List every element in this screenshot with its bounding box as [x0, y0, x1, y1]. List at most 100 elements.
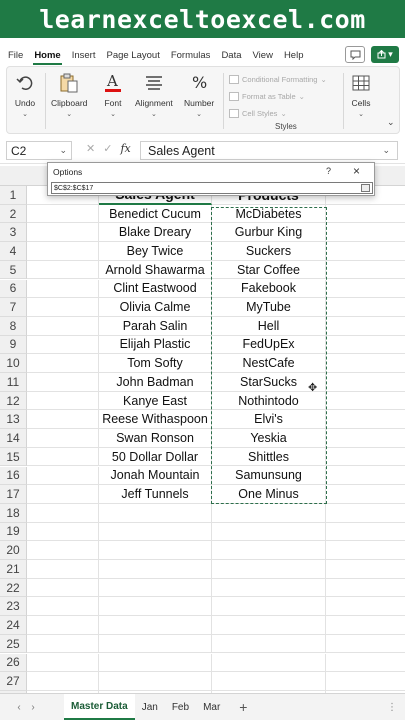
cell[interactable]: [99, 634, 212, 654]
cell[interactable]: [27, 260, 99, 280]
row-number[interactable]: 26: [0, 653, 27, 673]
cell[interactable]: [326, 317, 405, 336]
row-number[interactable]: 3: [0, 223, 27, 243]
tab-insert[interactable]: Insert: [72, 46, 96, 65]
cell-product[interactable]: Samunsung: [212, 466, 326, 486]
row-number[interactable]: 24: [0, 616, 27, 635]
cell[interactable]: [99, 597, 212, 617]
cell-sales-agent[interactable]: Olivia Calme: [99, 298, 212, 317]
row-number[interactable]: 27: [0, 672, 27, 691]
row-number[interactable]: 18: [0, 503, 27, 523]
cell[interactable]: [326, 560, 405, 579]
cell[interactable]: [27, 223, 99, 243]
cell[interactable]: [212, 578, 326, 598]
ribbon-collapse-icon[interactable]: ⌄: [387, 117, 395, 128]
cell[interactable]: [326, 541, 405, 560]
row-number[interactable]: 17: [0, 485, 27, 504]
cell[interactable]: [99, 503, 212, 523]
cell-product[interactable]: Elvi's: [212, 410, 326, 430]
row-number[interactable]: 10: [0, 354, 27, 373]
cell[interactable]: [326, 597, 405, 617]
sheet-tab-jan[interactable]: Jan: [135, 694, 165, 720]
comments-button[interactable]: [345, 46, 365, 63]
cells-group[interactable]: Cells ⌄: [349, 71, 373, 118]
cell-product[interactable]: Gurbur King: [212, 223, 326, 243]
cell-sales-agent[interactable]: Bey Twice: [99, 242, 212, 261]
cell[interactable]: [27, 616, 99, 635]
alignment-group[interactable]: Alignment ⌄: [135, 71, 173, 118]
cell[interactable]: [212, 616, 326, 635]
cell[interactable]: [27, 316, 99, 336]
row-number[interactable]: 7: [0, 298, 27, 317]
row-number[interactable]: 4: [0, 242, 27, 261]
cell[interactable]: [27, 560, 99, 579]
row-number[interactable]: 21: [0, 560, 27, 579]
cell[interactable]: [27, 672, 99, 691]
row-number[interactable]: 23: [0, 597, 27, 617]
cell-sales-agent[interactable]: Kanye East: [99, 391, 212, 411]
conditional-formatting-button[interactable]: Conditional Formatting ⌄: [229, 71, 327, 88]
cell[interactable]: [27, 410, 99, 430]
undo-group[interactable]: Undo ⌄: [13, 71, 37, 118]
cell[interactable]: [27, 242, 99, 261]
row-number[interactable]: 15: [0, 447, 27, 467]
cell[interactable]: [326, 410, 405, 430]
cell[interactable]: [326, 336, 405, 355]
cell[interactable]: [27, 653, 99, 673]
cell[interactable]: [326, 672, 405, 691]
sheet-tab-master-data[interactable]: Master Data: [64, 694, 135, 720]
cell[interactable]: [27, 578, 99, 598]
cell-product[interactable]: Yeskia: [212, 429, 326, 448]
cancel-icon[interactable]: ✕: [86, 142, 95, 155]
cell[interactable]: [99, 578, 212, 598]
font-group[interactable]: A Font ⌄: [101, 71, 125, 118]
cell-product[interactable]: One Minus: [212, 485, 326, 504]
cell[interactable]: [326, 373, 405, 392]
row-number[interactable]: 2: [0, 204, 27, 224]
cell-product[interactable]: Fakebook: [212, 279, 326, 299]
cell[interactable]: [326, 429, 405, 448]
cell-sales-agent[interactable]: Elijah Plastic: [99, 335, 212, 355]
cell[interactable]: [326, 261, 405, 280]
cell-product[interactable]: Shittles: [212, 447, 326, 467]
cell-product[interactable]: MyTube: [212, 298, 326, 317]
cell[interactable]: [326, 223, 405, 243]
tab-page-layout[interactable]: Page Layout: [106, 46, 159, 65]
cell[interactable]: [326, 298, 405, 317]
cell[interactable]: [99, 541, 212, 560]
cell[interactable]: [212, 672, 326, 691]
cell[interactable]: [99, 672, 212, 691]
cell[interactable]: [27, 541, 99, 560]
cell[interactable]: [27, 485, 99, 504]
row-number[interactable]: 14: [0, 429, 27, 448]
cell[interactable]: [326, 448, 405, 467]
row-number[interactable]: 11: [0, 373, 27, 392]
sheet-bar-menu-icon[interactable]: ⋮: [387, 702, 397, 713]
cell[interactable]: [326, 280, 405, 299]
cell[interactable]: [326, 579, 405, 598]
cell-product[interactable]: Nothintodo: [212, 391, 326, 411]
cell[interactable]: [212, 503, 326, 523]
tab-home[interactable]: Home: [33, 46, 63, 65]
enter-icon[interactable]: ✓: [103, 142, 112, 155]
cell[interactable]: [27, 522, 99, 542]
row-number[interactable]: 20: [0, 541, 27, 560]
cell[interactable]: [326, 523, 405, 542]
cell-sales-agent[interactable]: Benedict Cucum: [99, 204, 212, 224]
cell[interactable]: [212, 634, 326, 654]
cell-sales-agent[interactable]: Blake Dreary: [99, 223, 212, 243]
cell[interactable]: [27, 279, 99, 299]
next-sheet-icon[interactable]: ›: [26, 702, 40, 713]
row-number[interactable]: 5: [0, 260, 27, 280]
cell[interactable]: [27, 429, 99, 448]
cell-product[interactable]: Suckers: [212, 242, 326, 261]
cell-sales-agent[interactable]: Tom Softy: [99, 354, 212, 373]
cell[interactable]: [326, 467, 405, 486]
row-number[interactable]: 9: [0, 335, 27, 355]
formula-input[interactable]: Sales Agent ⌄: [140, 141, 398, 160]
cell[interactable]: [27, 354, 99, 373]
cell[interactable]: [326, 392, 405, 411]
number-group[interactable]: % Number ⌄: [184, 71, 214, 118]
row-number[interactable]: 6: [0, 279, 27, 299]
add-sheet-button[interactable]: +: [239, 699, 247, 715]
